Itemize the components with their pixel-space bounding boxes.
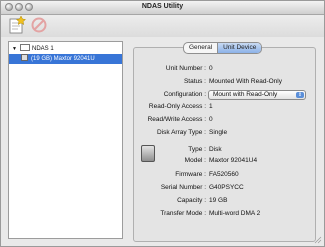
- disk-array-type-value: Single: [209, 129, 228, 136]
- disclosure-triangle-icon[interactable]: ▼: [12, 44, 20, 54]
- resize-grip-icon[interactable]: [314, 236, 322, 244]
- register-icon[interactable]: [7, 15, 27, 35]
- configuration-label: Configuration :: [163, 91, 206, 98]
- ndas-utility-window: NDAS Utility ▼ NDAS 1 (19 GB) Maxtor 9204…: [0, 0, 325, 247]
- type-value: Disk: [209, 146, 222, 153]
- title-bar[interactable]: NDAS Utility: [1, 1, 324, 15]
- tree-item-unit[interactable]: (19 GB) Maxtor 92041U: [9, 54, 122, 64]
- tab-bar: General Unit Device: [183, 42, 263, 54]
- disk-array-type-label: Disk Array Type :: [156, 129, 206, 136]
- unit-number-label: Unit Number :: [165, 65, 206, 72]
- status-value: Mounted With Read-Only: [209, 78, 282, 85]
- transfer-mode-value: Multi-word DMA 2: [209, 210, 261, 217]
- serial-number-label: Serial Number :: [160, 184, 206, 191]
- read-write-access-value: 0: [209, 116, 213, 123]
- unit-label: (19 GB) Maxtor 92041U: [31, 56, 95, 62]
- unregister-icon[interactable]: [29, 15, 49, 35]
- ndas-device-icon: [20, 44, 30, 51]
- tree-item-ndas[interactable]: ▼ NDAS 1: [9, 44, 122, 54]
- tab-unit-device[interactable]: Unit Device: [217, 43, 262, 53]
- device-label: NDAS 1: [32, 46, 54, 52]
- device-tree[interactable]: ▼ NDAS 1 (19 GB) Maxtor 92041U: [8, 41, 123, 239]
- model-value: Maxtor 92041U4: [209, 157, 258, 164]
- select-arrows-icon: ⇕: [296, 92, 304, 98]
- toolbar: [1, 15, 324, 37]
- unit-number-value: 0: [209, 65, 213, 72]
- hard-disk-icon: [141, 145, 155, 162]
- window-title: NDAS Utility: [141, 3, 184, 10]
- tab-general[interactable]: General: [184, 43, 217, 53]
- disk-icon: [21, 54, 28, 61]
- configuration-select[interactable]: Mount with Read-Only ⇕: [208, 90, 306, 100]
- status-label: Status :: [183, 78, 206, 85]
- transfer-mode-label: Transfer Mode :: [160, 210, 206, 217]
- configuration-select-value: Mount with Read-Only: [213, 91, 278, 98]
- firmware-label: Firmware :: [175, 171, 206, 178]
- read-only-access-value: 1: [209, 103, 213, 110]
- capacity-value: 19 GB: [209, 197, 228, 204]
- capacity-label: Capacity :: [177, 197, 206, 204]
- type-label: Type :: [188, 146, 206, 153]
- read-only-access-label: Read-Only Access :: [148, 103, 206, 110]
- model-label: Model :: [184, 157, 206, 164]
- firmware-value: FA520560: [209, 171, 239, 178]
- serial-number-value: G40PSYCC: [209, 184, 244, 191]
- read-write-access-label: Read/Write Access :: [147, 116, 206, 123]
